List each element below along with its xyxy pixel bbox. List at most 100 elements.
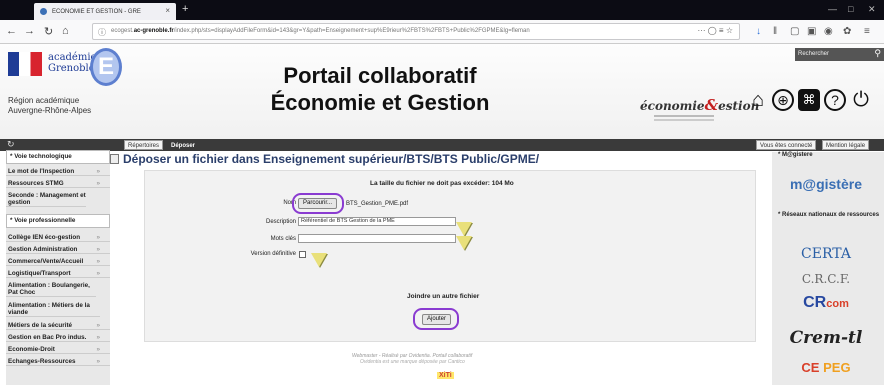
academie-e-logo: E: [90, 48, 122, 86]
site-info-icon[interactable]: ⓘ: [98, 27, 106, 38]
search-label: Rechercher: [798, 51, 830, 57]
pointer-arrow-checkbox: [311, 253, 327, 267]
chevron-right-icon: »: [96, 270, 100, 277]
chevron-right-icon: »: [96, 258, 100, 265]
search-icon[interactable]: ⚲: [874, 48, 881, 59]
home-icon[interactable]: ⌂: [747, 89, 769, 111]
tab-close-icon[interactable]: ×: [165, 6, 170, 15]
menu-repertoires[interactable]: Répertoires: [124, 140, 164, 150]
reload-icon[interactable]: ↻: [44, 25, 53, 38]
networks-heading: * Réseaux nationaux de ressources: [778, 212, 880, 218]
sidebar-item-commerce-label: Commerce/Vente/Accueil: [8, 258, 84, 265]
url-actions: ··· ◯ ≡ ☆: [693, 26, 733, 35]
sidebar-item-boulangerie[interactable]: Alimentation : Boulangerie, Pat Choc: [6, 282, 96, 297]
sidebar-item-viande-label: Alimentation : Métiers de la viande: [8, 302, 90, 316]
download-icon[interactable]: ↓: [756, 26, 761, 37]
menu-deposer[interactable]: Déposer: [167, 140, 200, 150]
connected-status: Vous êtes connecté: [756, 140, 817, 150]
minimize-icon[interactable]: —: [828, 4, 837, 14]
search-box[interactable]: Rechercher ⚲: [795, 48, 884, 61]
sidebar-item-gestion-admin[interactable]: Gestion Administration »: [6, 246, 110, 254]
sidebar-item-echanges-label: Echanges-Ressources: [8, 358, 76, 365]
sidebar-head-voie-techno[interactable]: * Voie technologique: [6, 150, 110, 164]
extension-2-icon[interactable]: ◉: [824, 26, 833, 37]
sidebar-item-ressources-stmg[interactable]: Ressources STMG »: [6, 180, 110, 188]
sidebar-item-securite-label: Métiers de la sécurité: [8, 322, 73, 329]
rss-icon[interactable]: ⌘: [798, 89, 820, 111]
sidebar-item-college-ien[interactable]: Collège IEN éco-gestion »: [6, 234, 110, 242]
page-actions-icon[interactable]: ···: [698, 26, 706, 35]
globe-icon[interactable]: ⊕: [772, 89, 794, 111]
pocket-icon[interactable]: ◯: [708, 26, 717, 35]
sidebar-item-mot-inspection[interactable]: Le mot de l'Inspection »: [6, 168, 110, 176]
crcom-logo[interactable]: CRcom: [776, 294, 876, 312]
keywords-field[interactable]: [298, 234, 456, 243]
eco-logo-subline-2: [654, 119, 714, 121]
sidebar-toggle-icon[interactable]: ▢: [790, 26, 799, 37]
chevron-right-icon: »: [96, 334, 100, 341]
sidebar-item-viande[interactable]: Alimentation : Métiers de la viande: [6, 302, 100, 317]
cepeg-logo[interactable]: CE PEG: [776, 360, 876, 375]
home-icon[interactable]: ⌂: [62, 25, 69, 37]
sidebar-head-voie-pro-label: Voie professionnelle: [14, 217, 76, 224]
chevron-right-icon: »: [96, 246, 100, 253]
extension-icon[interactable]: ▣: [807, 26, 816, 37]
page-title: Déposer un fichier dans Enseignement sup…: [110, 152, 539, 166]
sidebar-item-echanges[interactable]: Echanges-Ressources »: [6, 358, 110, 366]
browser-tab-bar: ECONOMIE ET GESTION - GRE × + — □ ✕: [0, 0, 884, 20]
footer-trademark: Ovidentia est une marque déposée par Can…: [360, 359, 465, 365]
chevron-right-icon: »: [96, 358, 100, 365]
republique-flag-logo: [8, 52, 42, 76]
xiti-logo[interactable]: XiTi: [437, 372, 454, 379]
file-icon: [110, 154, 119, 164]
chevron-right-icon: »: [96, 322, 100, 329]
economie-gestion-logo[interactable]: économie&estion: [636, 93, 759, 125]
max-size-note: La taille du fichier ne doit pas excéder…: [370, 180, 514, 187]
sidebar-item-ressources-stmg-label: Ressources STMG: [8, 180, 64, 187]
sidebar-item-bac-pro-indus-label: Gestion en Bac Pro indus.: [8, 334, 87, 341]
refresh-icon[interactable]: ↻: [7, 139, 15, 150]
sidebar-item-college-ien-label: Collège IEN éco-gestion: [8, 234, 81, 241]
bookmark-star-icon[interactable]: ☆: [726, 26, 733, 35]
menu-mention-legale[interactable]: Mention légale: [822, 140, 870, 150]
power-icon[interactable]: ⏻: [850, 89, 872, 111]
sidebar-item-commerce[interactable]: Commerce/Vente/Accueil »: [6, 258, 110, 266]
window-close-icon[interactable]: ✕: [868, 4, 876, 15]
sidebar-item-logistique[interactable]: Logistique/Transport »: [6, 270, 110, 278]
chevron-right-icon: »: [96, 168, 100, 175]
sidebar-item-seconde[interactable]: Seconde : Management et gestion: [6, 192, 86, 207]
url-prefix: ecogest.: [111, 28, 134, 34]
extension-3-icon[interactable]: ✿: [843, 26, 851, 37]
page-title-text: Déposer un fichier dans Enseignement sup…: [123, 152, 540, 166]
sidebar-item-securite[interactable]: Métiers de la sécurité »: [6, 322, 110, 330]
sidebar-item-mot-inspection-label: Le mot de l'Inspection: [8, 168, 75, 175]
join-another-file: Joindre un autre fichier: [407, 293, 480, 300]
sidebar-head-voie-pro[interactable]: * Voie professionnelle: [6, 214, 110, 228]
description-field[interactable]: Référentiel de BTS Gestion de la PME: [298, 217, 456, 226]
cepeg-logo-ce: CE: [801, 360, 820, 375]
help-icon[interactable]: ?: [824, 89, 846, 111]
pointer-arrow-description: [456, 222, 472, 236]
region-label: Région académique Auvergne-Rhône-Alpes: [8, 96, 91, 116]
sidebar-item-economie-droit[interactable]: Economie-Droit »: [6, 346, 110, 354]
cremtl-logo[interactable]: Crem-tl: [776, 328, 876, 348]
sidebar-item-economie-droit-label: Economie-Droit: [8, 346, 55, 353]
sidebar-item-bac-pro-indus[interactable]: Gestion en Bac Pro indus. »: [6, 334, 110, 342]
certa-logo[interactable]: CERTA: [776, 246, 876, 262]
library-icon[interactable]: ‖: [773, 26, 777, 37]
reader-icon[interactable]: ≡: [719, 26, 724, 35]
favicon-icon: [40, 8, 47, 15]
url-path: /index.php/sts=displayAddFileForm&id=143…: [173, 28, 530, 34]
eco-logo-subline: [654, 115, 714, 117]
magistere-logo[interactable]: m@gistère: [776, 176, 876, 192]
version-definitive-checkbox[interactable]: [299, 251, 306, 258]
sidebar-item-logistique-label: Logistique/Transport: [8, 270, 71, 277]
maximize-icon[interactable]: □: [848, 4, 853, 14]
back-icon[interactable]: ←: [6, 25, 17, 37]
forward-icon[interactable]: →: [24, 25, 35, 37]
new-tab-icon[interactable]: +: [182, 3, 188, 15]
url-bar[interactable]: ⓘ ecogest.ac-grenoble.fr/index.php/sts=d…: [92, 23, 740, 40]
browser-tab[interactable]: ECONOMIE ET GESTION - GRE ×: [34, 3, 176, 20]
menu-icon[interactable]: ≡: [864, 26, 870, 37]
crcf-logo[interactable]: C.R.C.F.: [776, 272, 876, 286]
